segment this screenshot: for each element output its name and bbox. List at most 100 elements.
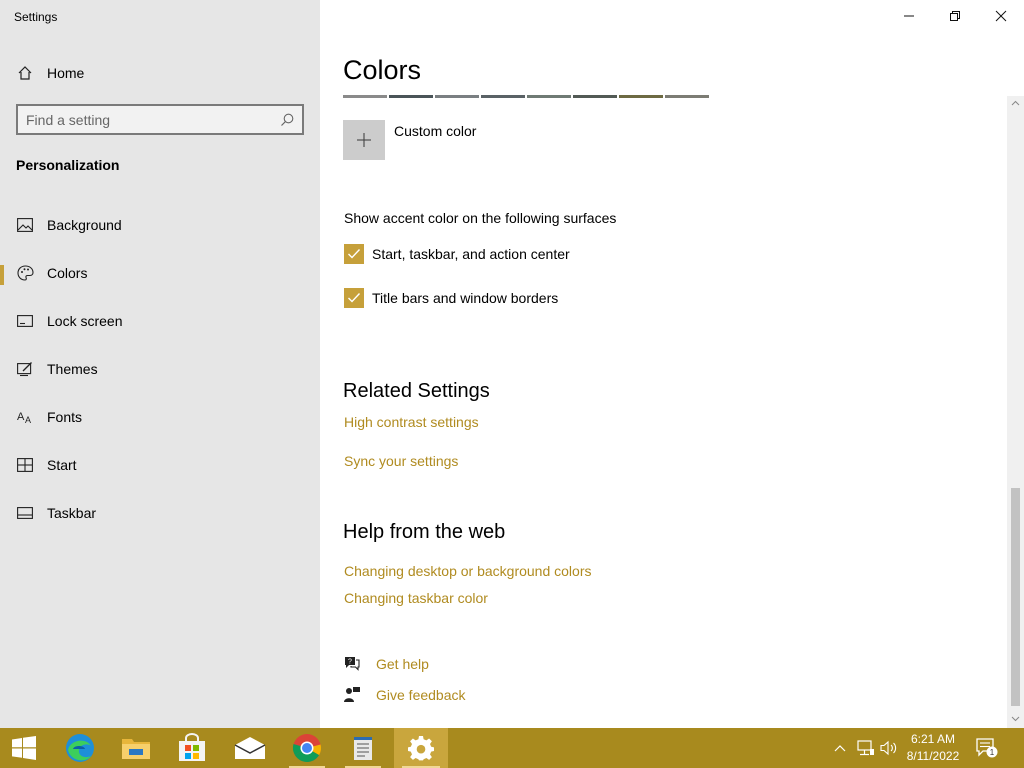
sidebar-item-label: Taskbar bbox=[47, 505, 97, 521]
sidebar-item-label: Start bbox=[47, 457, 77, 473]
file-explorer-icon bbox=[122, 739, 150, 759]
network-icon bbox=[857, 740, 874, 756]
accent-surfaces-label: Show accent color on the following surfa… bbox=[344, 210, 617, 226]
home-icon bbox=[16, 64, 34, 82]
svg-text:?: ? bbox=[348, 659, 352, 666]
chevron-down-icon bbox=[1011, 716, 1020, 722]
checkbox-start-taskbar[interactable]: Start, taskbar, and action center bbox=[344, 244, 570, 264]
color-swatch[interactable] bbox=[343, 95, 387, 98]
changing-background-colors-link[interactable]: Changing desktop or background colors bbox=[344, 563, 592, 579]
start-button[interactable] bbox=[0, 728, 48, 768]
checkmark-icon bbox=[348, 293, 361, 303]
mail-icon bbox=[234, 737, 266, 759]
edge-icon bbox=[66, 734, 94, 762]
windows-logo-icon bbox=[12, 736, 36, 760]
checkbox-label: Start, taskbar, and action center bbox=[372, 246, 570, 262]
get-help-link[interactable]: Get help bbox=[376, 656, 429, 672]
settings-button[interactable] bbox=[394, 728, 448, 768]
checkmark-icon bbox=[348, 249, 361, 259]
get-help-row[interactable]: ? Get help bbox=[343, 655, 429, 672]
checkbox[interactable] bbox=[344, 244, 364, 264]
search-box[interactable] bbox=[16, 104, 304, 135]
give-feedback-icon bbox=[344, 687, 360, 702]
high-contrast-link[interactable]: High contrast settings bbox=[344, 414, 479, 430]
palette-icon bbox=[16, 264, 34, 282]
sidebar-item-colors[interactable]: Colors bbox=[0, 255, 320, 291]
sync-settings-link[interactable]: Sync your settings bbox=[344, 453, 458, 469]
color-swatch[interactable] bbox=[665, 95, 709, 98]
chrome-button[interactable] bbox=[283, 728, 331, 768]
action-center-button[interactable]: 1 bbox=[972, 728, 1002, 768]
checkbox[interactable] bbox=[344, 288, 364, 308]
app-title: Settings bbox=[14, 10, 58, 24]
search-input[interactable] bbox=[26, 106, 276, 133]
lock-screen-icon bbox=[16, 312, 34, 330]
search-icon[interactable] bbox=[279, 112, 295, 128]
sidebar-item-lock-screen[interactable]: Lock screen bbox=[0, 303, 320, 339]
close-button[interactable] bbox=[978, 0, 1024, 32]
svg-text:A: A bbox=[17, 411, 25, 423]
restore-button[interactable] bbox=[932, 0, 978, 32]
themes-icon bbox=[16, 360, 34, 378]
edge-button[interactable] bbox=[56, 728, 104, 768]
scrollbar[interactable] bbox=[1007, 96, 1024, 728]
minimize-button[interactable] bbox=[886, 0, 932, 32]
color-swatch[interactable] bbox=[435, 95, 479, 98]
scroll-thumb[interactable] bbox=[1011, 488, 1020, 706]
volume-button[interactable] bbox=[878, 728, 900, 768]
sidebar-item-taskbar[interactable]: Taskbar bbox=[0, 495, 320, 531]
scroll-up-button[interactable] bbox=[1007, 96, 1024, 110]
taskbar: 6:21 AM 8/11/2022 1 bbox=[0, 728, 1024, 768]
sidebar-item-home[interactable]: Home bbox=[0, 58, 320, 88]
sidebar: Settings Home Personalization Background… bbox=[0, 0, 320, 728]
taskbar-icon bbox=[16, 504, 34, 522]
sidebar-item-label: Themes bbox=[47, 361, 98, 377]
mail-button[interactable] bbox=[226, 728, 274, 768]
color-swatch[interactable] bbox=[389, 95, 433, 98]
page-title: Colors bbox=[343, 55, 422, 85]
color-swatch[interactable] bbox=[573, 95, 617, 98]
sidebar-item-start[interactable]: Start bbox=[0, 447, 320, 483]
notification-icon: 1 bbox=[976, 738, 998, 758]
selection-indicator bbox=[0, 265, 4, 285]
clock-time: 6:21 AM bbox=[910, 732, 956, 746]
network-button[interactable] bbox=[854, 728, 878, 768]
color-swatch[interactable] bbox=[619, 95, 663, 98]
plus-icon bbox=[357, 133, 371, 147]
custom-color-button[interactable] bbox=[343, 120, 385, 160]
start-icon bbox=[16, 456, 34, 474]
give-feedback-link[interactable]: Give feedback bbox=[376, 687, 466, 703]
notepad-button[interactable] bbox=[339, 728, 387, 768]
sidebar-item-themes[interactable]: Themes bbox=[0, 351, 320, 387]
show-hidden-icons-button[interactable] bbox=[830, 728, 850, 768]
give-feedback-row[interactable]: Give feedback bbox=[343, 686, 466, 703]
settings-gear-icon bbox=[408, 736, 434, 761]
custom-color-label: Custom color bbox=[394, 123, 477, 139]
color-swatch[interactable] bbox=[481, 95, 525, 98]
store-icon bbox=[179, 733, 205, 761]
sidebar-item-background[interactable]: Background bbox=[0, 207, 320, 243]
close-icon bbox=[995, 10, 1007, 22]
svg-text:A: A bbox=[25, 415, 31, 424]
clock[interactable]: 6:21 AM 8/11/2022 bbox=[900, 731, 966, 765]
get-help-icon: ? bbox=[345, 657, 360, 671]
store-button[interactable] bbox=[168, 728, 216, 768]
file-explorer-button[interactable] bbox=[112, 728, 160, 768]
chevron-up-icon bbox=[1011, 100, 1020, 106]
minimize-icon bbox=[904, 15, 914, 17]
sidebar-item-label: Fonts bbox=[47, 409, 83, 425]
sidebar-item-label: Colors bbox=[47, 265, 88, 281]
sidebar-item-fonts[interactable]: AA Fonts bbox=[0, 399, 320, 435]
chevron-up-icon bbox=[834, 745, 846, 752]
checkbox-label: Title bars and window borders bbox=[372, 290, 559, 306]
scroll-down-button[interactable] bbox=[1007, 712, 1024, 726]
notification-count: 1 bbox=[990, 748, 995, 757]
clock-date: 8/11/2022 bbox=[906, 749, 960, 763]
checkbox-title-bars[interactable]: Title bars and window borders bbox=[344, 288, 558, 308]
color-swatch[interactable] bbox=[527, 95, 571, 98]
volume-icon bbox=[880, 740, 897, 756]
color-swatches-row bbox=[343, 95, 711, 98]
sidebar-item-label: Home bbox=[47, 65, 85, 81]
sidebar-item-label: Background bbox=[47, 217, 122, 233]
changing-taskbar-color-link[interactable]: Changing taskbar color bbox=[344, 590, 488, 606]
